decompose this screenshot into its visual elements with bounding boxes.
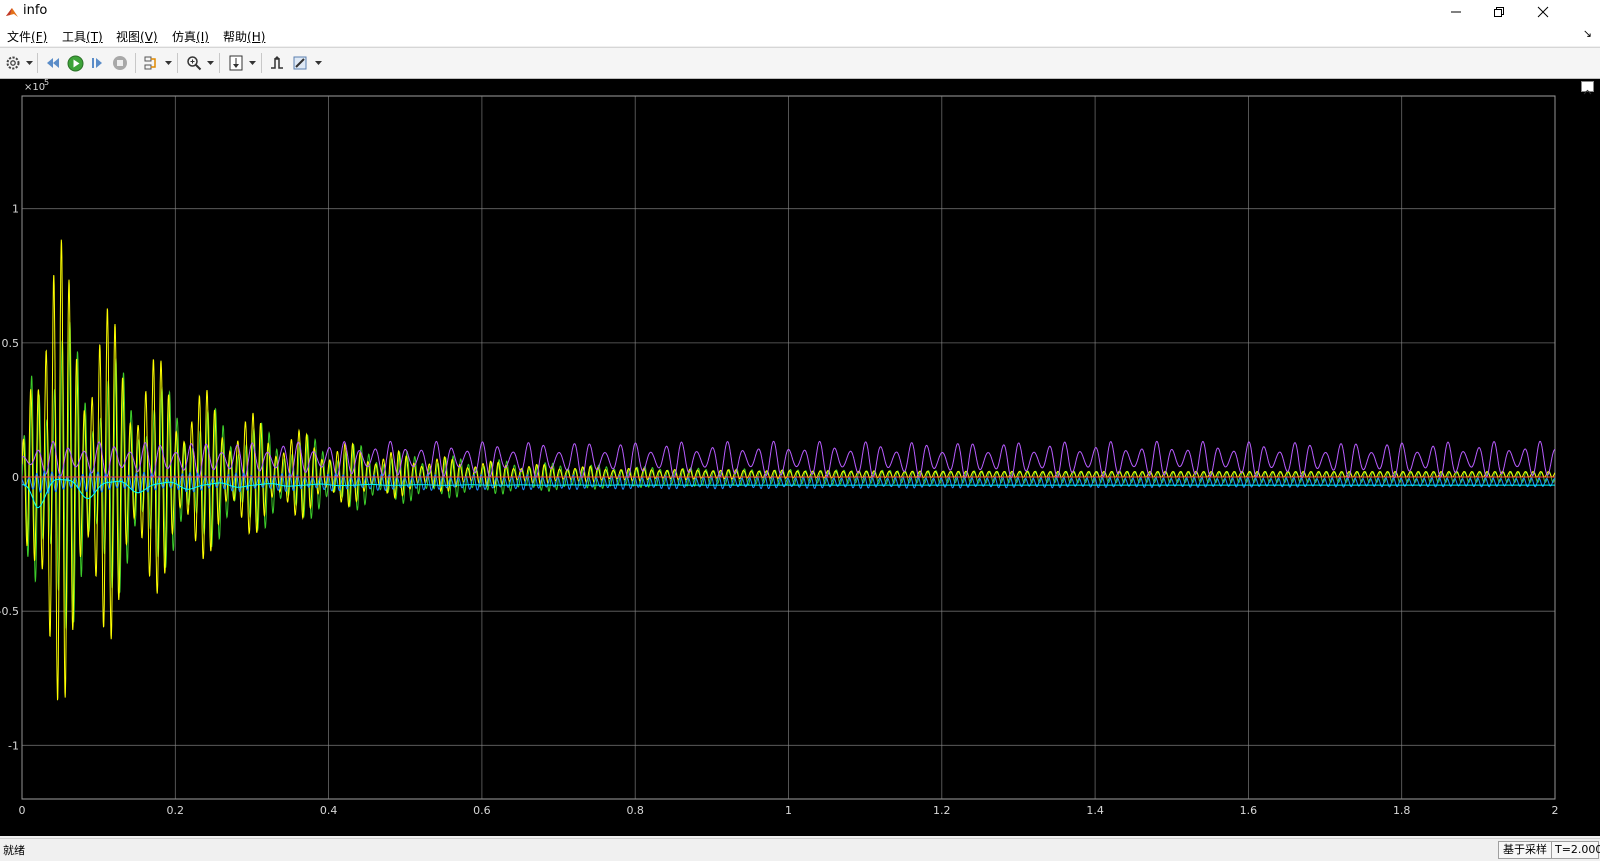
x-tick-label: 0.4 <box>320 804 338 817</box>
scope-display[interactable]: 0 0.2 0.4 0.6 0.8 1 1.2 1.4 1.6 1.8 2 -1 -0.5 0 0.5 1 ×1… <box>0 78 1600 836</box>
title-bar: info <box>0 0 1600 24</box>
step-forward-button[interactable] <box>88 53 108 73</box>
x-tick-label: 0 <box>19 804 26 817</box>
menu-view[interactable]: 视图(V) <box>116 28 158 45</box>
highlight-button[interactable] <box>141 53 161 73</box>
y-tick-label: -1 <box>8 739 19 752</box>
settings-button[interactable] <box>3 53 23 73</box>
chevron-down-icon <box>314 60 322 65</box>
style-button[interactable] <box>291 53 311 73</box>
x-tick-label: 1.2 <box>933 804 951 817</box>
x-tick-label: 1.8 <box>1393 804 1411 817</box>
dock-icon[interactable]: ↘ <box>1583 27 1592 40</box>
menu-tools[interactable]: 工具(T) <box>62 28 103 45</box>
highlight-dropdown[interactable] <box>164 57 172 69</box>
x-tick-label: 0.6 <box>473 804 491 817</box>
autoscale-icon <box>229 55 243 71</box>
x-tick-label: 2 <box>1552 804 1559 817</box>
status-bar: 就绪 基于采样 T=2.000 <box>0 838 1600 861</box>
toolbar-divider <box>37 53 38 73</box>
step-back-button[interactable] <box>43 53 63 73</box>
zoom-dropdown[interactable] <box>206 57 214 69</box>
matlab-logo-icon <box>6 8 18 17</box>
restore-icon <box>1494 7 1504 17</box>
stop-button[interactable] <box>110 53 130 73</box>
minimize-icon <box>1451 11 1461 13</box>
sim-time-readout: T=2.000 <box>1551 841 1600 859</box>
menu-help[interactable]: 帮助(H) <box>223 28 265 45</box>
highlight-icon <box>144 56 156 70</box>
sample-mode-badge: 基于采样 <box>1498 841 1552 859</box>
settings-dropdown[interactable] <box>25 57 33 69</box>
x-tick-label: 0.2 <box>167 804 185 817</box>
minimize-button[interactable] <box>1433 0 1479 24</box>
step-back-icon <box>47 58 59 68</box>
status-text: 就绪 <box>3 844 25 857</box>
menu-bar: 文件(F) 工具(T) 视图(V) 仿真(I) 帮助(H) ↘ <box>0 24 1600 46</box>
chevron-down-icon <box>164 60 172 65</box>
stop-icon <box>113 56 127 70</box>
autoscale-dropdown[interactable] <box>248 57 256 69</box>
menu-simulation[interactable]: 仿真(I) <box>172 28 209 45</box>
run-icon <box>67 55 83 71</box>
y-tick-label: 0 <box>12 471 19 484</box>
x-tick-label: 0.8 <box>626 804 644 817</box>
close-button[interactable] <box>1520 0 1566 24</box>
zoom-icon <box>187 56 202 71</box>
toolbar-divider <box>219 53 220 73</box>
step-forward-icon <box>92 58 102 68</box>
restore-button[interactable] <box>1476 0 1522 24</box>
chevron-down-icon <box>25 60 33 65</box>
toolbar-divider <box>177 53 178 73</box>
scope-chart[interactable]: 0 0.2 0.4 0.6 0.8 1 1.2 1.4 1.6 1.8 2 -1 -0.5 0 0.5 1 ×1… <box>0 78 1600 836</box>
x-tick-label: 1.6 <box>1240 804 1258 817</box>
chevron-down-icon <box>248 60 256 65</box>
toolbar-divider <box>135 53 136 73</box>
toolbar-divider <box>261 53 262 73</box>
chevron-down-icon <box>206 60 214 65</box>
menu-file[interactable]: 文件(F) <box>7 28 47 45</box>
y-tick-label: 0.5 <box>2 337 20 350</box>
run-button[interactable] <box>65 53 85 73</box>
toolbar <box>0 47 1600 79</box>
close-icon <box>1537 6 1549 18</box>
y-exponent-power: 5 <box>44 79 49 87</box>
zoom-button[interactable] <box>184 53 204 73</box>
style-icon <box>293 56 307 70</box>
y-exponent-label: ×10 <box>24 82 45 93</box>
style-dropdown[interactable] <box>314 57 322 69</box>
autoscale-button[interactable] <box>226 53 246 73</box>
triggers-button[interactable] <box>267 53 287 73</box>
y-tick-label: -0.5 <box>0 605 19 618</box>
triggers-icon <box>271 56 283 69</box>
expand-icon <box>1583 89 1592 95</box>
restore-axes-button[interactable] <box>1581 81 1594 95</box>
x-tick-label: 1.4 <box>1086 804 1104 817</box>
settings-icon <box>6 56 20 70</box>
x-tick-label: 1 <box>785 804 792 817</box>
window-title: info <box>23 3 48 18</box>
y-tick-label: 1 <box>12 203 19 216</box>
